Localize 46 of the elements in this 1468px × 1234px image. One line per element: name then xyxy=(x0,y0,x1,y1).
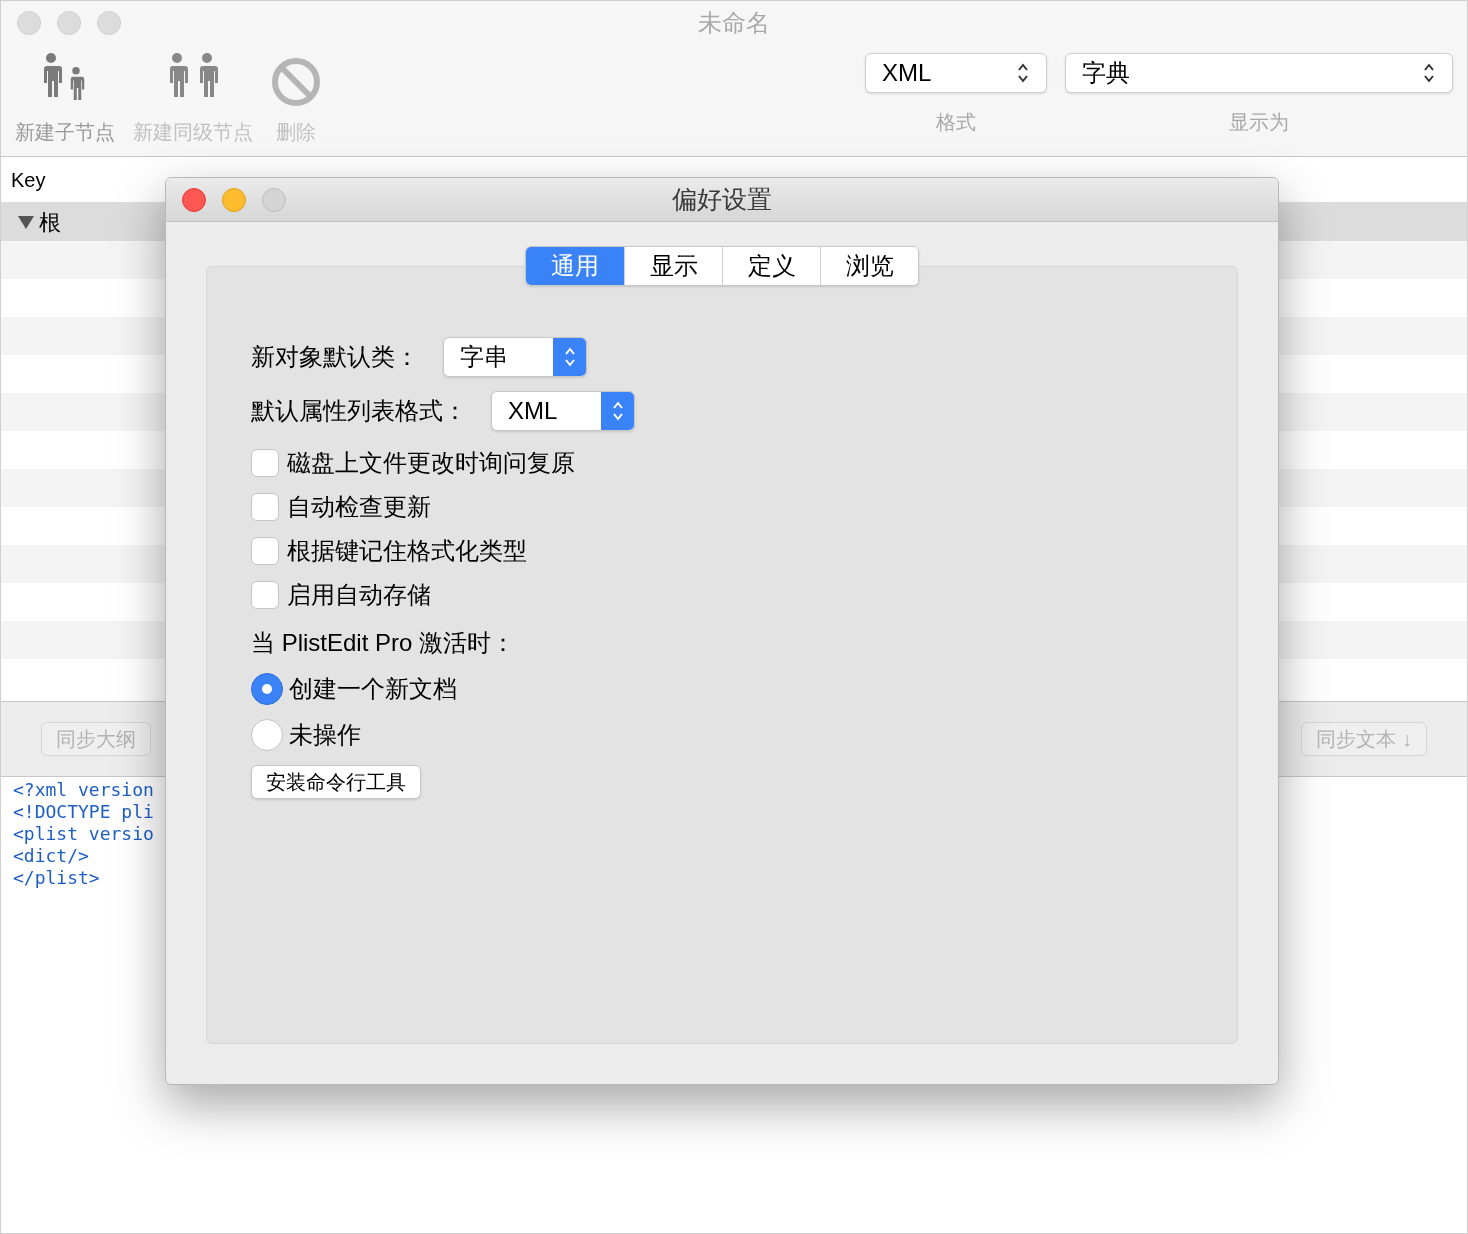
checkbox-label: 根据键记住格式化类型 xyxy=(287,536,527,566)
close-button[interactable] xyxy=(182,187,206,212)
window-control[interactable] xyxy=(17,11,41,35)
code-line: <?xml version xyxy=(13,779,154,801)
dropdown-label: 格式 xyxy=(936,110,976,135)
class-dropdown[interactable]: XML xyxy=(491,391,635,431)
checkbox[interactable] xyxy=(251,581,279,609)
minimize-button[interactable] xyxy=(222,187,246,212)
code-line: <plist versio xyxy=(13,823,154,845)
code-line: <!DOCTYPE pli xyxy=(13,801,154,823)
install-tools-button[interactable]: 安装命令行工具 xyxy=(251,765,421,799)
checkbox[interactable] xyxy=(251,493,279,521)
radio-label: 创建一个新文档 xyxy=(289,674,457,704)
disclosure-triangle-icon[interactable] xyxy=(17,214,35,230)
code-line: <dict/> xyxy=(13,845,89,867)
checkbox-label: 自动检查更新 xyxy=(287,492,431,522)
code-line: </plist> xyxy=(13,867,100,889)
radio-button[interactable] xyxy=(251,673,283,705)
setting-label: 默认属性列表格式： xyxy=(251,396,467,426)
checkbox[interactable] xyxy=(251,449,279,477)
chevron-icon xyxy=(1422,61,1436,85)
checkbox-label: 启用自动存储 xyxy=(287,580,431,610)
zoom-button[interactable] xyxy=(262,187,286,212)
dropdown-label: 显示为 xyxy=(1229,110,1289,135)
preferences-tab[interactable]: 显示 xyxy=(624,247,722,285)
prohibited-icon xyxy=(271,57,321,107)
format-dropdown[interactable]: XML xyxy=(865,53,1047,93)
activation-label: 当 PlistEdit Pro 激活时： xyxy=(251,628,516,658)
preferences-tab[interactable]: 通用 xyxy=(526,247,624,285)
format-dropdown[interactable]: 字典 xyxy=(1065,53,1453,93)
checkbox-label: 磁盘上文件更改时询问复原 xyxy=(287,448,575,478)
checkbox[interactable] xyxy=(251,537,279,565)
window-control[interactable] xyxy=(57,11,81,35)
chevron-icon xyxy=(1016,61,1030,85)
preferences-tab[interactable]: 定义 xyxy=(722,247,820,285)
window-title: 未命名 xyxy=(698,8,770,38)
chevron-icon xyxy=(610,399,625,423)
chevron-icon xyxy=(562,345,577,369)
class-dropdown[interactable]: 字串 xyxy=(443,337,587,377)
setting-label: 新对象默认类： xyxy=(251,342,419,372)
radio-button[interactable] xyxy=(251,719,283,751)
preferences-tab[interactable]: 浏览 xyxy=(820,247,918,285)
window-control[interactable] xyxy=(97,11,121,35)
dialog-title: 偏好设置 xyxy=(672,183,772,215)
radio-label: 未操作 xyxy=(289,720,361,750)
column-header[interactable]: Key xyxy=(11,164,46,195)
